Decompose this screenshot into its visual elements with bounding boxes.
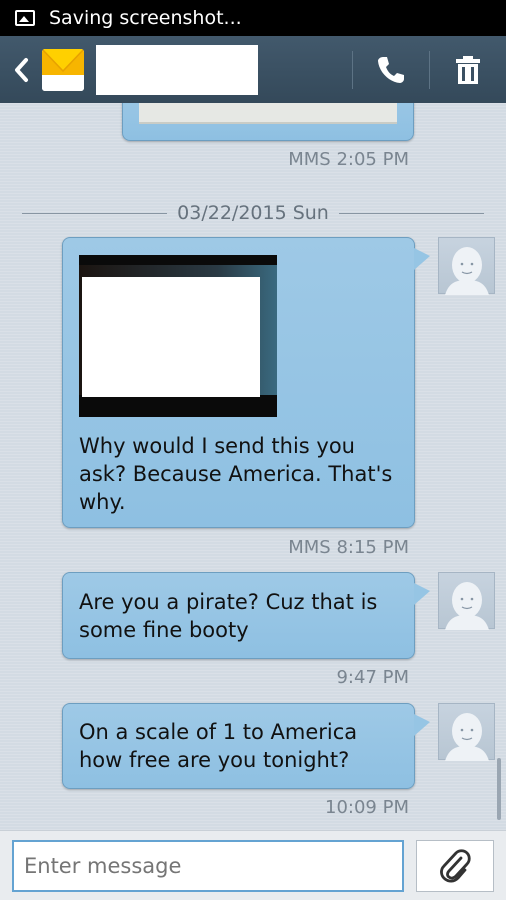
message-text-line: ask? Because America. That's (79, 462, 393, 486)
message-text-line: some fine booty (79, 618, 249, 642)
message-bubble[interactable]: On a scale of 1 to America how free are … (62, 703, 430, 789)
mms-image-thumbnail[interactable] (139, 103, 397, 124)
image-icon (15, 10, 35, 26)
conversation-list[interactable]: MMS 2:05 PM 03/22/2015 Sun Why would I s… (0, 103, 506, 830)
message-timestamp: MMS 2:05 PM (288, 149, 409, 170)
message-input[interactable] (12, 840, 404, 892)
person-icon (445, 582, 489, 630)
message-text-line: how free are you tonight? (79, 748, 350, 772)
date-separator-label: 03/22/2015 Sun (177, 202, 329, 224)
person-icon (445, 713, 489, 761)
contact-name-redacted[interactable] (96, 44, 258, 95)
back-button[interactable] (10, 50, 32, 90)
message-bubble[interactable] (122, 103, 414, 141)
message-timestamp: 10:09 PM (325, 797, 409, 818)
mms-image-thumbnail[interactable] (79, 255, 277, 417)
action-bar (0, 36, 506, 103)
message-text-line: On a scale of 1 to America (79, 720, 358, 744)
status-bar: Saving screenshot... (0, 0, 506, 36)
message-timestamp: 9:47 PM (336, 667, 409, 688)
scrollbar[interactable] (497, 758, 501, 820)
avatar[interactable] (438, 703, 495, 761)
person-icon (445, 247, 489, 295)
paperclip-icon (440, 849, 471, 883)
trash-icon (456, 55, 480, 84)
avatar[interactable] (438, 237, 495, 295)
chevron-left-icon (15, 57, 28, 82)
message-text-line: Are you a pirate? Cuz that is (79, 590, 378, 614)
message-text-line: why. (79, 490, 126, 514)
date-separator: 03/22/2015 Sun (22, 201, 485, 225)
redacted-image-area (82, 277, 260, 397)
message-bubble[interactable]: Are you a pirate? Cuz that is some fine … (62, 572, 430, 659)
delete-button[interactable] (430, 40, 506, 100)
attach-button[interactable] (416, 840, 494, 892)
composer-bar (0, 830, 506, 900)
status-text: Saving screenshot... (49, 7, 242, 29)
call-button[interactable] (353, 40, 429, 100)
message-text-line: Why would I send this you (79, 434, 355, 458)
avatar[interactable] (438, 572, 495, 630)
phone-icon (378, 56, 404, 83)
message-bubble[interactable]: Why would I send this you ask? Because A… (62, 237, 430, 528)
message-timestamp: MMS 8:15 PM (288, 537, 409, 558)
envelope-icon (42, 48, 84, 91)
